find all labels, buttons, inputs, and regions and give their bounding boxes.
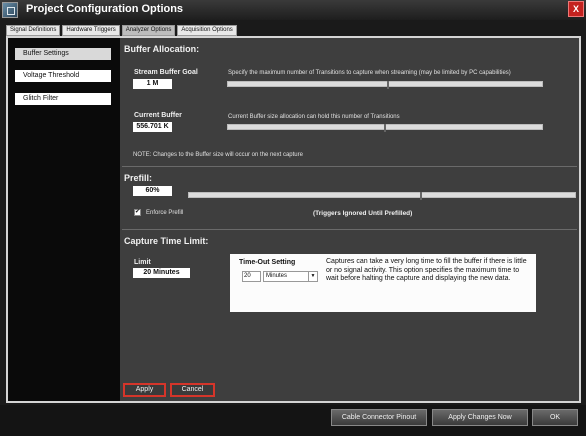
window-title: Project Configuration Options [26, 3, 184, 15]
tab-analyzer-options[interactable]: Analyzer Options [121, 25, 176, 36]
current-buffer-label: Current Buffer [134, 112, 182, 119]
limit-label: Limit [134, 259, 151, 266]
prefill-slider[interactable] [188, 192, 576, 200]
sidebar: Buffer Settings Voltage Threshold Glitch… [8, 38, 120, 401]
prefill-value[interactable]: 60% [133, 186, 172, 196]
tab-acquisition-options[interactable]: Acquisition Options [177, 25, 237, 36]
tab-signal-definitions[interactable]: Signal Definitions [6, 25, 61, 36]
capture-time-limit-title: Capture Time Limit: [124, 236, 209, 246]
sidebar-item-glitch-filter[interactable]: Glitch Filter [15, 93, 111, 105]
timeout-setting-label: Time-Out Setting [239, 259, 296, 266]
settings-panel: Buffer Allocation: Stream Buffer Goal 1 … [120, 38, 579, 401]
close-button[interactable]: X [568, 1, 584, 17]
buffer-note: NOTE: Changes to the Buffer size will oc… [133, 152, 303, 158]
apply-changes-now-button[interactable]: Apply Changes Now [432, 409, 528, 426]
current-buffer-description: Current Buffer size allocation can hold … [228, 114, 400, 120]
prefill-title: Prefill: [124, 173, 153, 183]
enforce-prefill-checkbox[interactable]: ✔ [134, 209, 141, 216]
current-buffer-slider-thumb [384, 124, 386, 132]
tab-hardware-triggers[interactable]: Hardware Triggers [62, 25, 120, 36]
cable-connector-pinout-button[interactable]: Cable Connector Pinout [331, 409, 427, 426]
triggers-ignored-note: (Triggers Ignored Until Prefilled) [313, 210, 413, 217]
stream-buffer-value[interactable]: 1 M [133, 79, 172, 89]
buffer-allocation-title: Buffer Allocation: [124, 44, 200, 54]
separator [122, 229, 577, 230]
stream-buffer-label: Stream Buffer Goal [134, 69, 198, 76]
current-buffer-slider [227, 124, 543, 132]
apply-button[interactable]: Apply [123, 383, 166, 397]
ok-button[interactable]: OK [532, 409, 578, 426]
timeout-setting-panel: Time-Out Setting 20 Minutes ▼ Captures c… [230, 254, 536, 312]
cancel-button[interactable]: Cancel [170, 383, 215, 397]
stream-buffer-slider-thumb[interactable] [387, 81, 390, 89]
sidebar-item-buffer-settings[interactable]: Buffer Settings [15, 48, 111, 60]
prefill-slider-thumb[interactable] [419, 192, 422, 200]
title-bar[interactable]: Project Configuration Options X [0, 0, 586, 20]
current-buffer-value: 556.701 K [133, 122, 172, 132]
tab-strip: Signal Definitions Hardware Triggers Ana… [6, 25, 239, 36]
limit-value: 20 Minutes [133, 268, 190, 278]
separator [122, 166, 577, 167]
chevron-down-icon[interactable]: ▼ [308, 272, 317, 281]
enforce-prefill-label: Enforce Prefill [146, 210, 184, 216]
stream-buffer-description: Specify the maximum number of Transition… [228, 70, 511, 76]
app-icon [2, 2, 18, 18]
timeout-number-input[interactable]: 20 [242, 271, 261, 282]
timeout-unit-select[interactable]: Minutes ▼ [263, 271, 318, 282]
timeout-unit-value: Minutes [266, 273, 288, 279]
sidebar-item-voltage-threshold[interactable]: Voltage Threshold [15, 70, 111, 82]
stream-buffer-slider[interactable] [227, 81, 543, 89]
timeout-description: Captures can take a very long time to fi… [326, 258, 527, 282]
